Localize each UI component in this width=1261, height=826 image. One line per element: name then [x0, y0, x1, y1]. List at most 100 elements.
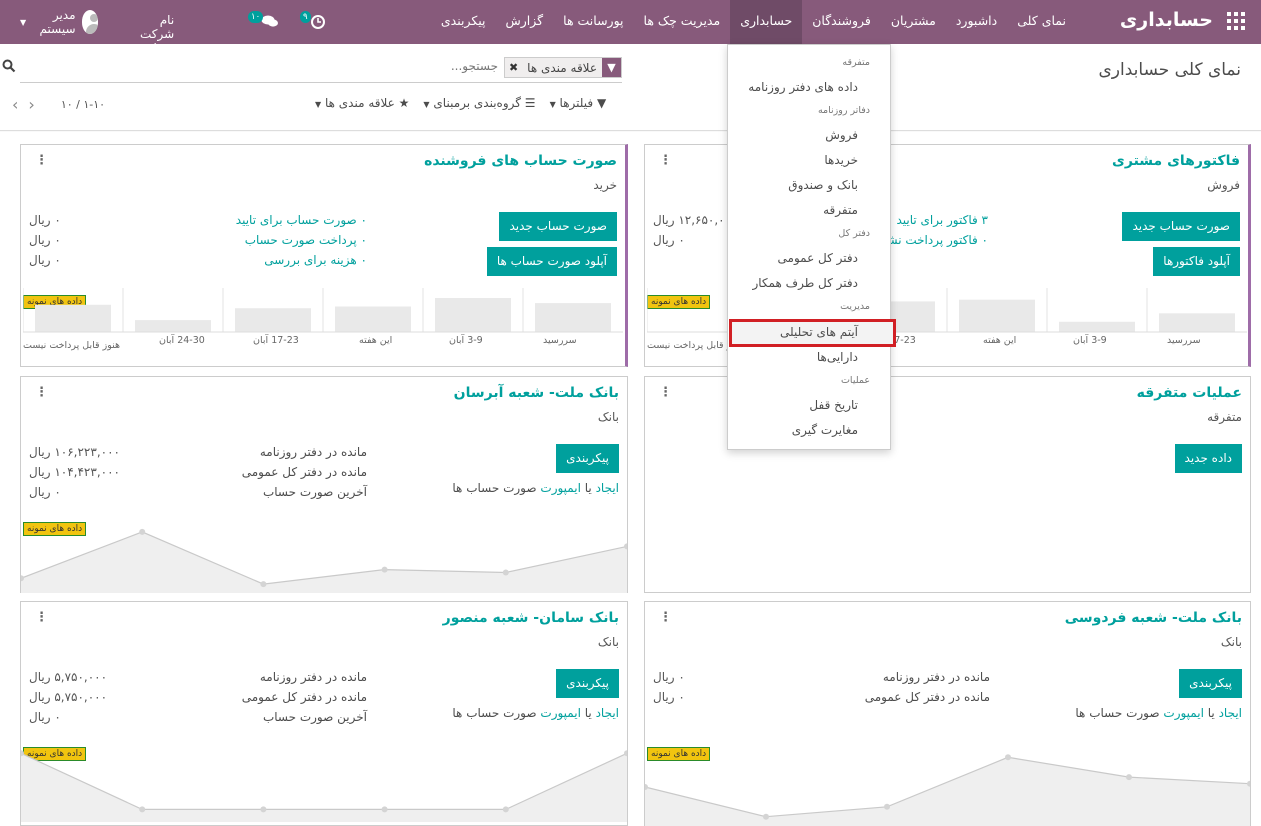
- import-link[interactable]: ایمپورت: [540, 706, 581, 720]
- pager-previous-icon[interactable]: ‹: [12, 95, 18, 114]
- bank-balance-chart: [21, 528, 627, 593]
- page-title: نمای کلی حسابداری: [1098, 60, 1242, 80]
- chart-bar: [959, 299, 1035, 332]
- search-facet: ▼ علاقه مندی ها ✖: [503, 57, 622, 78]
- menu-item-analytic-items[interactable]: آیتم های تحلیلی: [780, 325, 858, 339]
- chart-point: [1126, 774, 1132, 781]
- list-icon: ☰: [524, 96, 536, 110]
- menu-item-reconciliation[interactable]: مغایرت گیری: [792, 423, 858, 437]
- menu-configuration[interactable]: پیکربندی: [431, 0, 496, 44]
- card-menu-icon[interactable]: ⋮: [35, 153, 48, 168]
- card-title[interactable]: فاکتورهای مشتری: [1112, 153, 1240, 169]
- search-input[interactable]: [168, 59, 498, 73]
- balance-journal-label: مانده در دفتر روزنامه: [882, 670, 990, 684]
- chart-point: [139, 806, 146, 813]
- new-bill-button[interactable]: صورت حساب جدید: [499, 212, 617, 241]
- menu-item-assets[interactable]: دارایی‌ها: [817, 350, 858, 364]
- card-title[interactable]: بانک سامان- شعبه منصور: [443, 610, 619, 626]
- bar-label-not-due: هنوز قابل پرداخت نیست: [23, 340, 120, 351]
- aged-payable-chart: [23, 288, 623, 333]
- card-title[interactable]: عملیات متفرقه: [1137, 385, 1242, 401]
- card-menu-icon[interactable]: ⋮: [659, 153, 672, 168]
- menu-dashboard[interactable]: داشبورد: [946, 0, 1007, 44]
- bar-label-17-23: 17-23 آبان: [253, 335, 299, 346]
- configure-button[interactable]: پیکربندی: [556, 444, 619, 473]
- search-icon[interactable]: [2, 59, 16, 77]
- menu-item-partner-ledger[interactable]: دفتر کل طرف همکار: [752, 276, 858, 290]
- filters-button[interactable]: ▼ فیلترها ▼: [550, 96, 607, 110]
- menu-item-bank-cash[interactable]: بانک و صندوق: [788, 178, 858, 192]
- bar-label-3-9: 3-9 آبان: [1073, 335, 1107, 346]
- groupby-button[interactable]: ☰ گروه‌بندی برمبنای ▼: [423, 96, 535, 110]
- chart-point: [381, 806, 388, 813]
- create-link[interactable]: ایجاد: [1219, 706, 1242, 720]
- card-subtitle: متفرقه: [1207, 410, 1242, 424]
- create-link[interactable]: ایجاد: [596, 481, 619, 495]
- favorites-button[interactable]: ★ علاقه مندی ها ▼: [315, 96, 409, 110]
- chart-bar: [135, 320, 211, 332]
- user-menu[interactable]: مدیر سیستم ▼: [20, 8, 99, 36]
- menu-overview[interactable]: نمای کلی: [1007, 0, 1076, 44]
- balance-gl-label: مانده در دفتر کل عمومی: [864, 690, 990, 704]
- journal-dashboard: فاکتورهای مشتری فروش ⋮ صورت حساب جدید آپ…: [0, 132, 1261, 826]
- import-link[interactable]: ایمپورت: [540, 481, 581, 495]
- statements-text: صورت حساب ها: [452, 706, 537, 720]
- card-title[interactable]: بانک ملت- شعبه آبرسان: [454, 385, 619, 401]
- upload-bills-button[interactable]: آپلود صورت حساب ها: [486, 247, 617, 276]
- menu-vendors[interactable]: فروشندگان: [802, 0, 881, 44]
- upload-invoices-button[interactable]: آپلود فاکتورها: [1153, 247, 1240, 276]
- chart-bar: [35, 304, 111, 332]
- pager-value[interactable]: ۱-۱۰ / ۱۰: [61, 98, 105, 111]
- remove-facet-icon[interactable]: ✖: [505, 61, 522, 74]
- card-subtitle: بانک: [597, 410, 619, 424]
- filter-icon: ▼: [602, 58, 621, 77]
- messages-button[interactable]: ۱۰: [248, 11, 280, 31]
- unpaid-invoices-amount: ۰ ریال: [653, 233, 685, 247]
- menu-item-sales[interactable]: فروش: [825, 128, 858, 142]
- balance-journal-label: مانده در دفتر روزنامه: [259, 445, 367, 459]
- bills-to-validate-link[interactable]: ۰ صورت حساب برای تایید: [236, 213, 367, 227]
- menu-item-lock-date[interactable]: تاریخ قفل: [809, 398, 858, 412]
- new-entry-button[interactable]: داده جدید: [1174, 444, 1242, 473]
- search-box: ▼ علاقه مندی ها ✖: [2, 57, 622, 83]
- card-menu-icon[interactable]: ⋮: [659, 385, 672, 400]
- chart-point: [884, 803, 890, 810]
- card-menu-icon[interactable]: ⋮: [35, 610, 48, 625]
- expenses-amount: ۰ ریال: [29, 253, 61, 267]
- card-menu-icon[interactable]: ⋮: [35, 385, 48, 400]
- menu-item-general-ledger[interactable]: دفتر کل عمومی: [778, 251, 858, 265]
- card-menu-icon[interactable]: ⋮: [659, 610, 672, 625]
- caret-down-icon: ▼: [315, 100, 322, 109]
- unpaid-invoices-link[interactable]: ۰ فاکتور پرداخت نشده: [875, 233, 988, 247]
- bills-to-pay-link[interactable]: ۰ پرداخت صورت حساب: [245, 233, 367, 247]
- create-or-import: ایجاد یا ایمپورت صورت حساب ها: [452, 706, 619, 720]
- invoices-to-validate-link[interactable]: ۳ فاکتور برای تایید: [896, 213, 988, 227]
- menu-item-misc[interactable]: متفرقه: [823, 203, 858, 217]
- configure-button[interactable]: پیکربندی: [1179, 669, 1242, 698]
- statements-text: صورت حساب ها: [1075, 706, 1160, 720]
- star-icon: ★: [398, 96, 410, 110]
- menu-accounting[interactable]: حسابداری: [730, 0, 803, 44]
- expenses-to-review-link[interactable]: ۰ هزینه برای بررسی: [264, 253, 367, 267]
- menu-item-purchases[interactable]: خریدها: [824, 153, 858, 167]
- menu-customers[interactable]: مشتریان: [881, 0, 946, 44]
- balance-journal-value: ۱۰۶,۲۲۳,۰۰۰ ریال: [29, 445, 120, 459]
- top-navbar: حسابداری نمای کلی داشبورد مشتریان فروشند…: [0, 0, 1261, 68]
- card-subtitle: فروش: [1207, 178, 1240, 192]
- apps-grid-icon[interactable]: [1227, 12, 1245, 30]
- activity-button[interactable]: ۹: [298, 11, 328, 31]
- menu-item-journal-data[interactable]: داده های دفتر روزنامه: [748, 80, 858, 94]
- pager-next-icon[interactable]: ›: [28, 95, 34, 114]
- menu-check-management[interactable]: مدیریت چک ها: [634, 0, 731, 44]
- menu-commissions[interactable]: پورسانت ها: [553, 0, 633, 44]
- new-invoice-button[interactable]: صورت حساب جدید: [1122, 212, 1240, 241]
- configure-button[interactable]: پیکربندی: [556, 669, 619, 698]
- card-title[interactable]: صورت حساب های فروشنده: [424, 153, 617, 169]
- bank-balance-chart: [645, 754, 1250, 826]
- card-title[interactable]: بانک ملت- شعبه فردوسی: [1065, 610, 1242, 626]
- menu-reporting[interactable]: گزارش: [496, 0, 554, 44]
- create-link[interactable]: ایجاد: [596, 706, 619, 720]
- app-brand[interactable]: حسابداری: [1120, 9, 1213, 31]
- dropdown-header-journals: دفاتر روزنامه: [817, 105, 870, 116]
- import-link[interactable]: ایمپورت: [1163, 706, 1204, 720]
